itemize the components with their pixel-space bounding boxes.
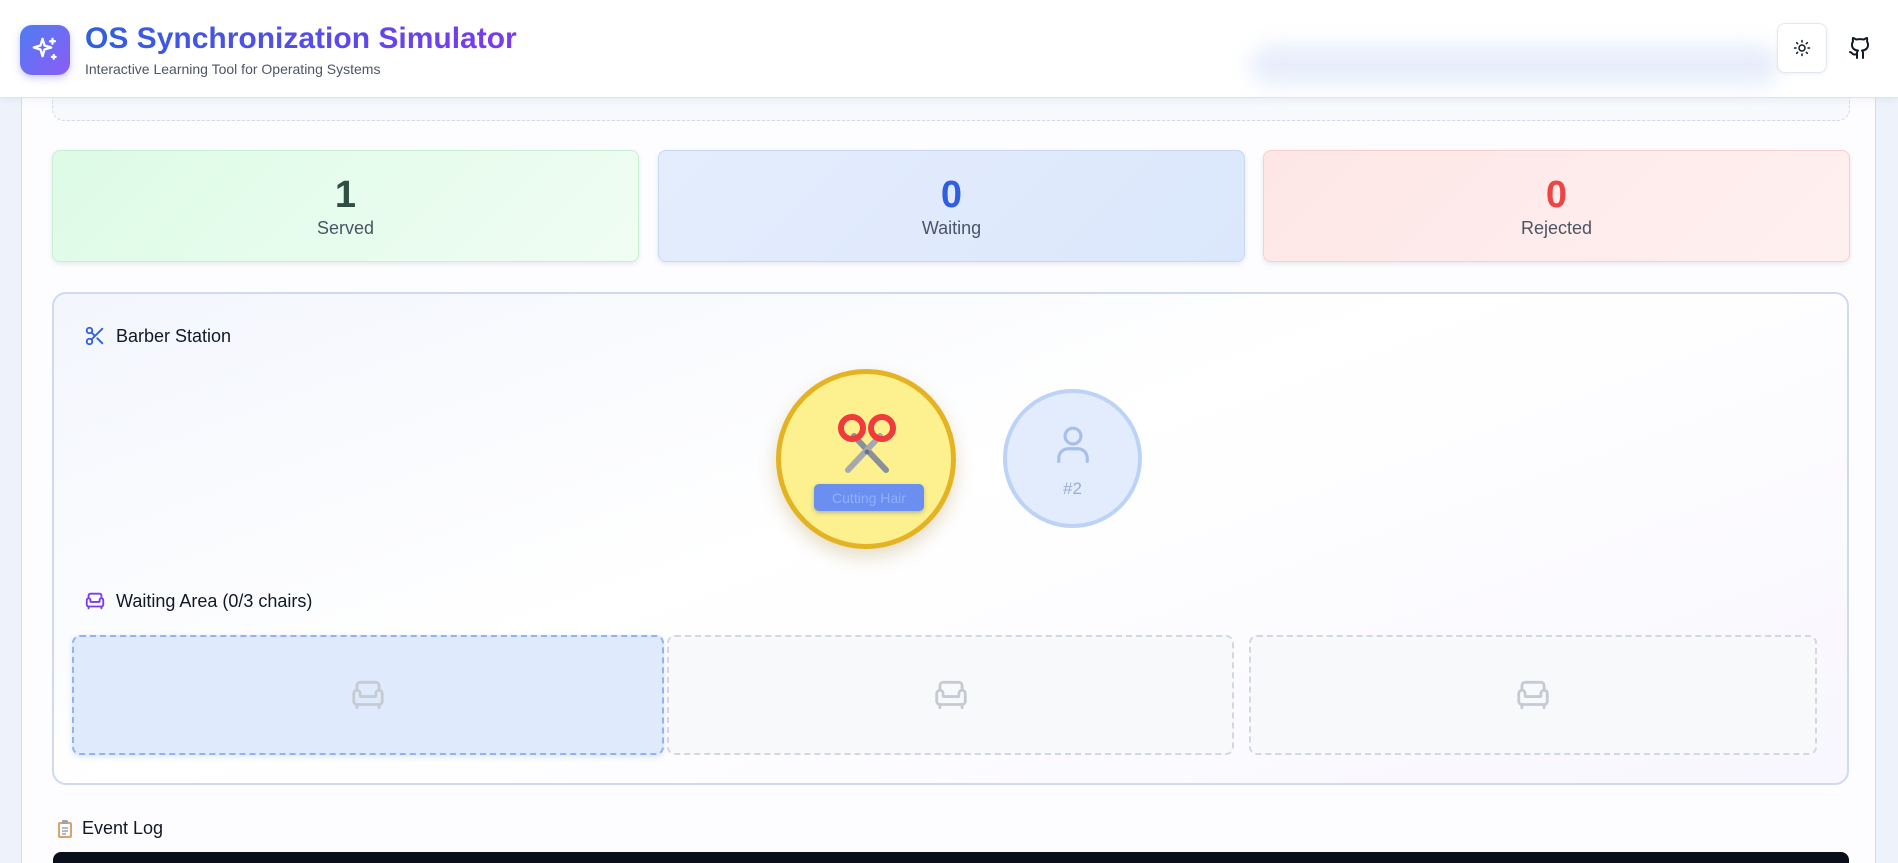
barber-station-title: Barber Station bbox=[116, 325, 232, 346]
served-label: Served bbox=[316, 217, 375, 238]
customer-id: #2 bbox=[1063, 479, 1082, 498]
stat-card-waiting: 0 Waiting bbox=[658, 150, 1245, 262]
scissors-emoji-icon bbox=[838, 414, 896, 473]
barber: Cutting Hair bbox=[776, 369, 956, 549]
armchair-icon bbox=[934, 680, 967, 710]
rejected-count: 0 bbox=[1545, 173, 1568, 216]
app-title: OS Synchronization Simulator bbox=[85, 22, 517, 55]
waiting-area-title: Waiting Area (0/3 chairs) bbox=[116, 590, 313, 611]
sparkles-icon bbox=[20, 25, 70, 75]
barber-status-badge: Cutting Hair bbox=[814, 484, 924, 511]
sofa-icon bbox=[85, 592, 105, 610]
theme-toggle-button[interactable] bbox=[1777, 23, 1827, 73]
clipboard-icon bbox=[58, 819, 72, 838]
event-log-header: Event Log bbox=[56, 818, 163, 839]
customer-in-chair: #2 bbox=[1003, 389, 1142, 528]
rejected-label: Rejected bbox=[1520, 217, 1593, 238]
user-icon bbox=[1057, 426, 1089, 463]
app-subtitle: Interactive Learning Tool for Operating … bbox=[85, 61, 381, 77]
served-count: 1 bbox=[334, 173, 357, 216]
armchair-icon bbox=[1517, 680, 1549, 710]
app-header: OS Synchronization Simulator Interactive… bbox=[0, 0, 1898, 98]
waiting-label: Waiting bbox=[921, 217, 982, 238]
scissors-icon bbox=[85, 326, 104, 346]
event-log-title: Event Log bbox=[82, 818, 164, 838]
waiting-chair-2 bbox=[667, 635, 1234, 755]
waiting-area-header: Waiting Area (0/3 chairs) bbox=[84, 590, 312, 612]
header-decoration bbox=[1250, 45, 1780, 85]
stat-card-rejected: 0 Rejected bbox=[1263, 150, 1850, 262]
barber-station-header: Barber Station bbox=[84, 325, 231, 347]
github-link[interactable] bbox=[1842, 28, 1878, 68]
waiting-chair-1 bbox=[72, 635, 664, 755]
event-log-terminal[interactable] bbox=[53, 852, 1849, 863]
waiting-count: 0 bbox=[940, 173, 963, 216]
stat-card-served: 1 Served bbox=[52, 150, 639, 262]
sun-icon bbox=[1793, 39, 1811, 57]
waiting-chair-3 bbox=[1249, 635, 1817, 755]
armchair-icon bbox=[352, 680, 384, 710]
github-icon bbox=[1849, 37, 1870, 59]
